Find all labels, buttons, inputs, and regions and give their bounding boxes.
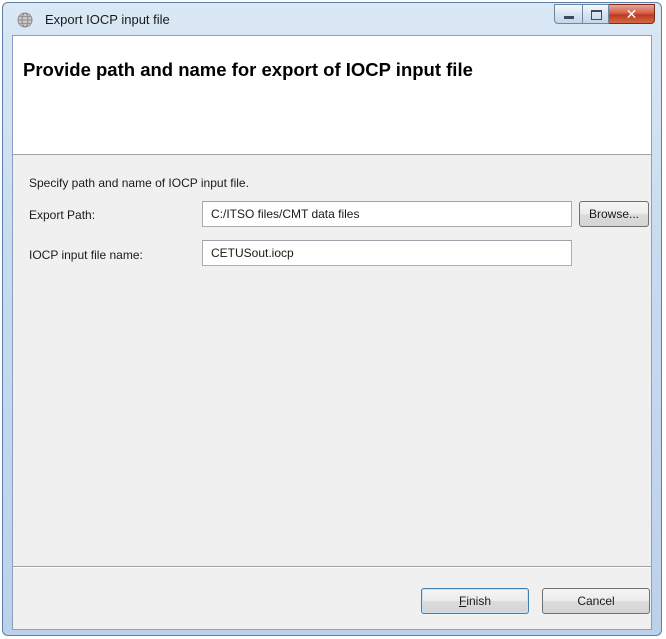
page-title: Provide path and name for export of IOCP… <box>23 59 473 80</box>
cancel-button[interactable]: Cancel <box>542 588 650 614</box>
globe-icon <box>17 12 33 28</box>
close-button[interactable]: ✕ <box>609 4 655 24</box>
maximize-icon <box>591 10 602 20</box>
close-icon: ✕ <box>625 6 638 22</box>
wizard-header: Provide path and name for export of IOCP… <box>13 36 651 155</box>
window-controls: ✕ <box>554 4 655 26</box>
title-bar[interactable]: Export IOCP input file ✕ <box>3 3 661 35</box>
file-name-input[interactable] <box>202 240 572 266</box>
dialog-body: Provide path and name for export of IOCP… <box>12 35 652 630</box>
finish-label-rest: inish <box>466 594 492 608</box>
footer-separator <box>13 566 651 568</box>
maximize-button[interactable] <box>582 4 609 24</box>
minimize-button[interactable] <box>554 4 582 24</box>
export-path-input[interactable] <box>202 201 572 227</box>
window-title: Export IOCP input file <box>45 12 170 27</box>
finish-button[interactable]: Finish <box>421 588 529 614</box>
browse-button[interactable]: Browse... <box>579 201 649 227</box>
export-iocp-dialog: Export IOCP input file ✕ Provide path an… <box>2 2 662 636</box>
file-name-label: IOCP input file name: <box>29 248 143 262</box>
minimize-icon <box>564 16 574 19</box>
export-path-label: Export Path: <box>29 208 96 222</box>
instruction-text: Specify path and name of IOCP input file… <box>29 176 249 190</box>
